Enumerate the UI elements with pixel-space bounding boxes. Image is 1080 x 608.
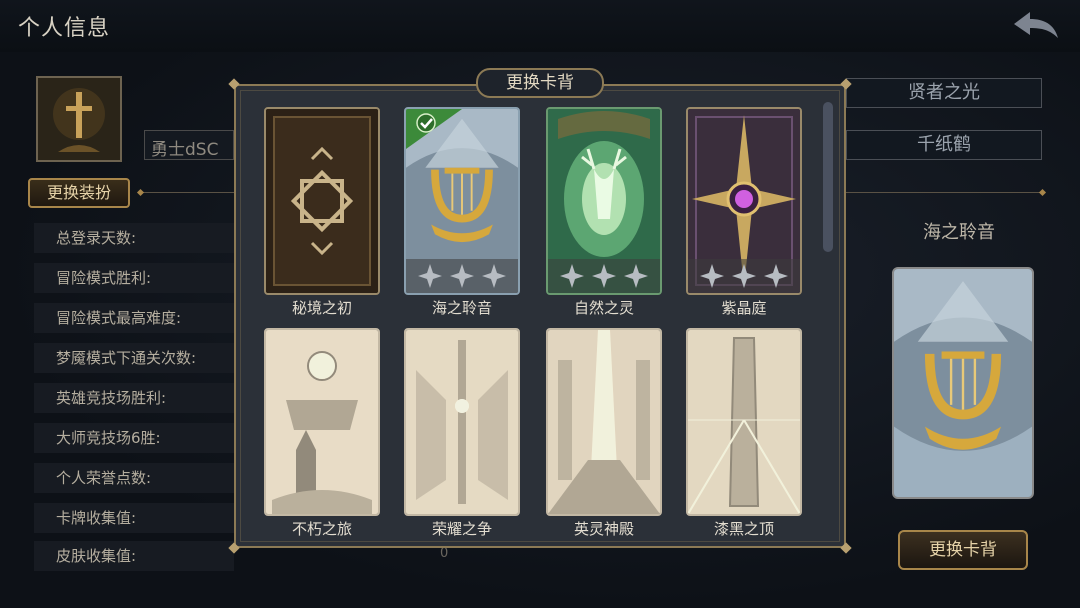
card-back-name: 不朽之旅: [291, 520, 352, 538]
star-icon: [450, 264, 474, 288]
stat-label: 冒险模式最高难度:: [56, 309, 182, 327]
star-icon: [482, 264, 506, 288]
stat-row: 大师竞技场6胜:: [34, 423, 234, 453]
stat-row: 卡牌收集值:: [34, 503, 234, 533]
card-back-name: 荣耀之争: [431, 520, 492, 538]
stat-row: 冒险模式胜利:: [34, 263, 234, 293]
stat-label: 卡牌收集值:: [56, 509, 137, 527]
card-back-name: 自然之灵: [573, 299, 634, 317]
stat-label: 大师竞技场6胜:: [56, 429, 161, 447]
badge-value-box[interactable]: 千纸鹤: [846, 130, 1042, 160]
card-back-qiheizhiding[interactable]: [686, 328, 802, 516]
stat-label: 个人荣誉点数:: [56, 469, 152, 487]
card-back-buxiuzhilv[interactable]: [264, 328, 380, 516]
star-icon: [624, 264, 648, 288]
player-name-field: 勇士dSC: [144, 130, 234, 160]
modal-title: 更换卡背: [476, 68, 604, 98]
sword-card-art-icon: [406, 330, 518, 514]
stat-label: 总登录天数:: [56, 229, 137, 247]
card-back-ziranzhiling[interactable]: [546, 107, 662, 295]
stat-value: 0: [440, 546, 449, 561]
star-icon: [732, 264, 756, 288]
stat-row: 皮肤收集值:: [34, 541, 234, 571]
current-card-back-preview: [892, 267, 1034, 499]
card-back-zijingting[interactable]: [686, 107, 802, 295]
current-card-back-name: 海之聆音: [923, 222, 995, 243]
star-rating: [688, 259, 800, 293]
avatar[interactable]: [36, 76, 122, 162]
star-icon: [418, 264, 442, 288]
stat-label: 皮肤收集值:: [56, 547, 137, 565]
card-back-name: 英灵神殿: [573, 520, 634, 538]
back-arrow-icon[interactable]: [1010, 8, 1062, 44]
page-title: 个人信息: [18, 16, 111, 41]
star-icon: [592, 264, 616, 288]
tower-card-art-icon: [688, 330, 800, 514]
stat-label: 英雄竞技场胜利:: [56, 389, 167, 407]
moon-cliff-card-art-icon: [266, 330, 378, 514]
change-outfit-button[interactable]: 更换装扮: [28, 178, 130, 208]
card-back-yinglingshendian[interactable]: [546, 328, 662, 516]
star-rating: [406, 259, 518, 293]
card-back-name: 秘境之初: [291, 299, 352, 317]
stat-label: 冒险模式胜利:: [56, 269, 152, 287]
card-back-rongyaozhizheng[interactable]: [404, 328, 520, 516]
temple-card-art-icon: [548, 330, 660, 514]
card-back-name: 紫晶庭: [721, 299, 767, 317]
stat-label: 梦魇模式下通关次数:: [56, 349, 197, 367]
star-icon: [700, 264, 724, 288]
divider: [142, 192, 234, 193]
card-back-haizhilingyin[interactable]: [404, 107, 520, 295]
card-back-mijing[interactable]: [264, 107, 380, 295]
selected-checkmark-icon: [406, 109, 462, 149]
change-card-back-button[interactable]: 更换卡背: [898, 530, 1028, 570]
divider: [846, 192, 1042, 193]
star-icon: [560, 264, 584, 288]
stat-row: 英雄竞技场胜利:: [34, 383, 234, 413]
stat-row: 梦魇模式下通关次数:: [34, 343, 234, 373]
lyre-card-art-icon: [894, 269, 1032, 497]
card-back-name: 海之聆音: [431, 299, 492, 317]
octagram-card-art-icon: [266, 109, 378, 293]
star-icon: [764, 264, 788, 288]
stat-row: 冒险模式最高难度:: [34, 303, 234, 333]
modal-scrollbar[interactable]: [823, 102, 833, 252]
sword-portrait-icon: [38, 78, 120, 160]
card-back-name: 漆黑之顶: [713, 520, 774, 538]
star-rating: [548, 259, 660, 293]
stat-row: 总登录天数:: [34, 223, 234, 253]
top-bar: [0, 0, 1080, 53]
stat-row: 个人荣誉点数:: [34, 463, 234, 493]
title-value-box[interactable]: 贤者之光: [846, 78, 1042, 108]
